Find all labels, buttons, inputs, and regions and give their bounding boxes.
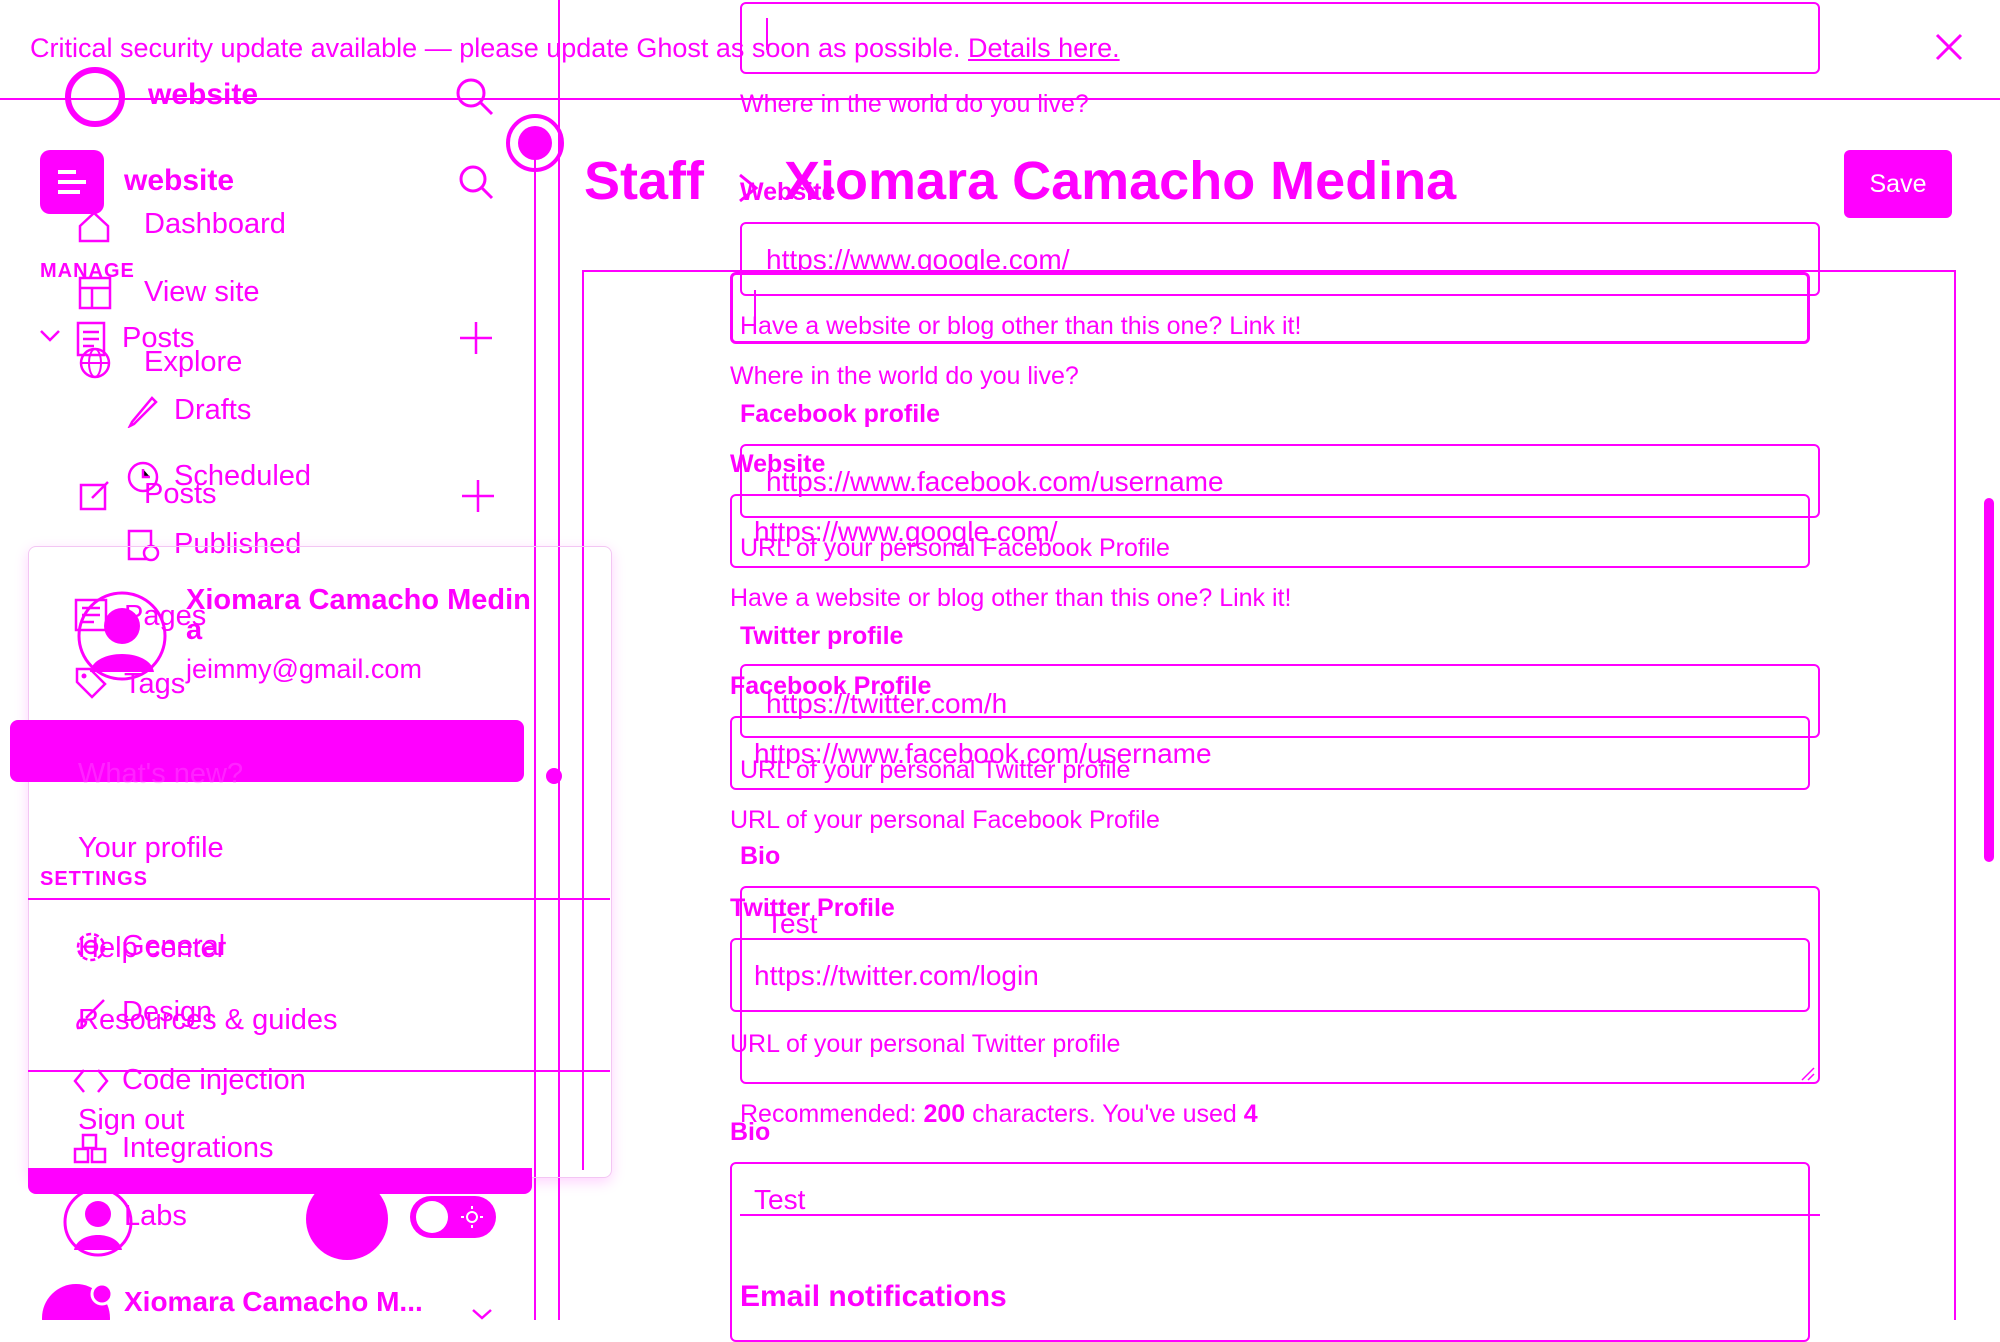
- content-divider-right: [1954, 270, 1956, 1320]
- sidebar-item-tags[interactable]: Tags: [124, 668, 185, 701]
- footer-user-avatar[interactable]: [40, 1278, 116, 1320]
- add-post-2-icon[interactable]: [460, 478, 496, 514]
- location-help: Where in the world do you live?: [730, 362, 1079, 390]
- scrollbar-thumb[interactable]: [1984, 498, 1994, 862]
- settings-heading: SETTINGS: [40, 868, 149, 890]
- pencil-icon: [126, 394, 160, 428]
- menu-help-center[interactable]: Help center: [78, 932, 226, 965]
- user-name-line1: Xiomara Camacho Medin: [186, 584, 531, 616]
- footer-user-name[interactable]: Xiomara Camacho M...: [124, 1286, 423, 1318]
- facebook-help: URL of your personal Facebook Profile: [730, 806, 1160, 834]
- breadcrumb-staff[interactable]: Staff: [584, 150, 704, 212]
- sun-icon: [460, 1205, 484, 1229]
- location-help-back: Where in the world do you live?: [740, 90, 1089, 118]
- whats-new-label: What's new?: [78, 758, 244, 790]
- site-logo-icon: [64, 66, 126, 128]
- bio-counter-max: 200: [923, 1100, 966, 1128]
- user-name-line2: a: [186, 614, 203, 646]
- theme-toggle[interactable]: [410, 1196, 496, 1238]
- location-field-caret: [754, 290, 756, 324]
- integrations-icon: [72, 1132, 108, 1166]
- chevron-down-icon[interactable]: [38, 326, 62, 346]
- toggle-knob: [416, 1201, 448, 1233]
- bio-counter-used: 4: [1243, 1100, 1258, 1128]
- location-field[interactable]: [730, 272, 1810, 344]
- location-field-back[interactable]: [740, 2, 1820, 74]
- search-icon[interactable]: [454, 76, 494, 116]
- sidebar-item-code-injection[interactable]: Code injection: [122, 1064, 306, 1097]
- home-icon: [76, 208, 112, 244]
- whats-new-dot: [546, 768, 562, 784]
- website-value: https://www.google.com/: [754, 516, 1058, 547]
- menu-resources[interactable]: Resources & guides: [78, 1004, 338, 1037]
- footer-chevron-icon[interactable]: [470, 1308, 494, 1320]
- website-label-back: Website: [740, 178, 836, 206]
- resize-handle-icon[interactable]: [504, 112, 566, 174]
- twitter-help: URL of your personal Twitter profile: [730, 1030, 1121, 1058]
- add-post-icon[interactable]: [458, 320, 494, 356]
- twitter-value: https://twitter.com/login: [754, 960, 1039, 991]
- bio-counter-back: Recommended: 200 characters. You've used…: [740, 1100, 1258, 1129]
- page-title: Xiomara Camacho Medina: [784, 151, 1457, 211]
- site-icon[interactable]: [40, 150, 104, 214]
- code-icon: [72, 1064, 110, 1098]
- close-icon[interactable]: [1934, 32, 1964, 62]
- sidebar-item-posts-2[interactable]: Posts: [144, 478, 217, 511]
- save-button-label: Save: [1869, 170, 1927, 198]
- facebook-label: Facebook Profile: [730, 672, 932, 700]
- location-caret: [766, 18, 768, 50]
- user-email: jeimmy@gmail.com: [186, 654, 422, 684]
- bio-value: Test: [754, 1184, 806, 1215]
- bio-counter-mid: characters. You've used: [965, 1100, 1244, 1128]
- website-help: Have a website or blog other than this o…: [730, 584, 1292, 612]
- bio-field[interactable]: [730, 1162, 1810, 1342]
- twitter-label-back: Twitter profile: [740, 622, 904, 650]
- sidebar-item-explore[interactable]: Explore: [144, 346, 242, 379]
- resize-grip-icon[interactable]: [1800, 1066, 1816, 1082]
- footer-circle-button[interactable]: [306, 1178, 388, 1260]
- menu-your-profile[interactable]: Your profile: [78, 832, 224, 865]
- bio-label-back: Bio: [740, 842, 781, 870]
- save-button[interactable]: Save: [1844, 150, 1952, 218]
- facebook-label-back: Facebook profile: [740, 400, 941, 428]
- sidebar-search-icon[interactable]: [458, 164, 494, 200]
- sidebar-item-dashboard[interactable]: Dashboard: [144, 208, 286, 241]
- sidebar-item-drafts[interactable]: Drafts: [174, 394, 251, 427]
- site-name-top[interactable]: website: [148, 78, 258, 112]
- site-name[interactable]: website: [124, 164, 234, 198]
- twitter-label: Twitter Profile: [730, 894, 895, 922]
- layout-icon: [78, 276, 112, 310]
- sidebar-item-view-site[interactable]: View site: [144, 276, 260, 309]
- edit-icon: [78, 478, 112, 512]
- globe-icon: [78, 346, 112, 380]
- tag-icon: [74, 666, 108, 700]
- sidebar-item-integrations[interactable]: Integrations: [122, 1132, 274, 1165]
- sidebar-item-labs[interactable]: Labs: [124, 1200, 187, 1233]
- menu-divider-2: [28, 1070, 610, 1072]
- bio-label: Bio: [730, 1118, 771, 1146]
- menu-divider-1: [28, 898, 610, 900]
- website-label: Website: [730, 450, 826, 478]
- facebook-value: https://www.facebook.com/username: [754, 738, 1212, 769]
